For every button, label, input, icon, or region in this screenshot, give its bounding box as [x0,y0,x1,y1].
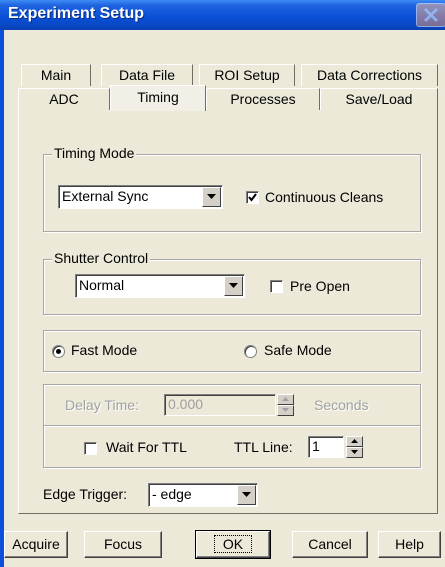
chevron-down-icon [282,408,289,412]
shutter-control-dropdown-button[interactable] [224,276,243,296]
safe-mode-radio[interactable] [244,345,257,358]
focus-button[interactable]: Focus [84,531,162,558]
tab-roi-setup[interactable]: ROI Setup [199,64,295,86]
window-frame-left [0,30,4,567]
close-button[interactable] [416,3,445,27]
delay-time-input[interactable]: 0.000 [164,394,276,416]
chevron-up-icon [351,439,358,443]
tab-data-file[interactable]: Data File [101,64,193,86]
shutter-control-value: Normal [79,277,125,293]
ttl-spin-down[interactable] [346,447,363,458]
tab-timing[interactable]: Timing [110,85,206,111]
delay-spin-down[interactable] [277,405,294,416]
experiment-setup-dialog: Experiment Setup Main Data File ROI Setu… [0,0,445,567]
fast-mode-radio[interactable] [52,345,65,358]
ttl-line-input[interactable]: 1 [308,436,344,458]
pre-open-checkbox[interactable] [270,280,283,293]
tab-main[interactable]: Main [21,64,91,86]
window-title: Experiment Setup [8,5,145,22]
delay-spin-up[interactable] [277,394,294,405]
radio-selected-dot [56,349,61,354]
tab-save-load[interactable]: Save/Load [320,88,438,110]
edge-trigger-value: - edge [152,486,192,502]
delay-time-spinner[interactable] [277,394,294,416]
cancel-button[interactable]: Cancel [292,531,368,558]
fast-mode-label: Fast Mode [71,342,138,358]
continuous-cleans-checkbox[interactable] [246,191,259,204]
acquire-button[interactable]: Acquire [4,531,68,558]
tab-adc[interactable]: ADC [18,88,110,110]
timing-mode-label: Timing Mode [52,145,137,161]
shutter-control-select[interactable]: Normal [75,274,245,298]
ok-button[interactable]: OK [195,530,271,559]
delay-unit-label: Seconds [314,397,369,413]
help-button[interactable]: Help [378,531,441,558]
continuous-cleans-label: Continuous Cleans [265,189,384,205]
chevron-up-icon [282,397,289,401]
edge-trigger-dropdown-button[interactable] [237,485,256,505]
divider [44,425,420,427]
checkmark-icon [248,193,257,202]
ok-button-label: OK [213,535,253,553]
timing-mode-value: External Sync [62,188,149,204]
chevron-down-icon [242,492,251,497]
chevron-down-icon [207,194,216,199]
shutter-control-label: Shutter Control [52,250,151,266]
timing-mode-dropdown-button[interactable] [202,187,221,207]
delay-time-label: Delay Time: [65,397,139,413]
chevron-down-icon [229,283,238,288]
wait-for-ttl-checkbox[interactable] [84,442,97,455]
chevron-down-icon [351,450,358,454]
close-icon [423,7,439,23]
tab-data-corrections[interactable]: Data Corrections [301,64,438,86]
pre-open-label: Pre Open [290,278,350,294]
edge-trigger-select[interactable]: - edge [148,483,258,507]
title-bar[interactable]: Experiment Setup [0,0,445,30]
ttl-line-spinner[interactable] [346,436,363,458]
ttl-line-label: TTL Line: [234,439,293,455]
wait-for-ttl-label: Wait For TTL [106,439,187,455]
timing-mode-select[interactable]: External Sync [58,185,223,209]
ttl-spin-up[interactable] [346,436,363,447]
edge-trigger-label: Edge Trigger: [43,486,128,502]
tab-processes[interactable]: Processes [206,88,320,110]
safe-mode-label: Safe Mode [264,342,332,358]
